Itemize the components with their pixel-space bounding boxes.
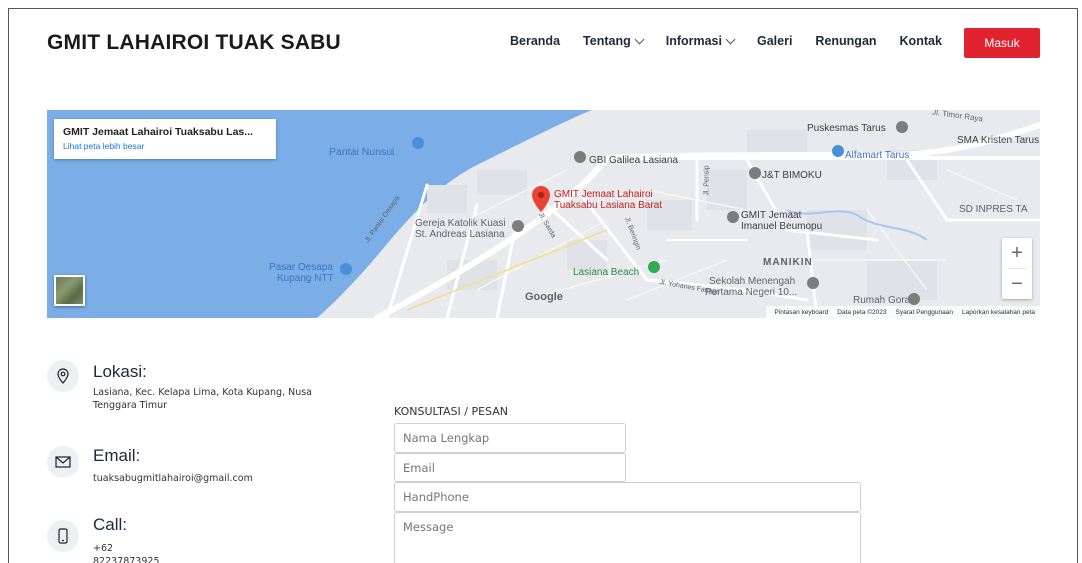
- nav-kontak[interactable]: Kontak: [900, 34, 942, 48]
- google-logo: Google: [525, 291, 563, 303]
- poi-icon: [412, 137, 424, 149]
- map-label: Gereja Katolik Kuasi: [415, 218, 506, 229]
- zoom-out-button[interactable]: −: [1002, 269, 1032, 299]
- map-label: Puskesmas Tarus: [807, 123, 886, 134]
- nav-label: Renungan: [815, 34, 877, 48]
- zoom-in-button[interactable]: +: [1002, 238, 1032, 268]
- chevron-down-icon: [634, 34, 645, 44]
- place-icon: [749, 167, 761, 179]
- chevron-down-icon: [725, 34, 736, 44]
- map-label: GMIT Jemaat: [741, 210, 802, 221]
- map-label: SD INPRES TA: [959, 204, 1028, 215]
- email-heading: Email:: [93, 446, 141, 465]
- nav-informasi[interactable]: Informasi: [665, 34, 736, 48]
- park-icon: [648, 261, 660, 273]
- form-label: KONSULTASI / PESAN: [394, 405, 508, 418]
- nav-label: Beranda: [510, 34, 561, 48]
- map-label: Tuaksabu Lasiana Barat: [554, 200, 663, 211]
- name-input[interactable]: Nama Lengkap: [394, 423, 626, 453]
- terms-link[interactable]: Syarat Penggunaan: [896, 309, 953, 316]
- larger-map-link[interactable]: Lihat peta lebih besar: [63, 141, 267, 151]
- map-label: Lasiana Beach: [573, 267, 640, 278]
- map-data-text: Data peta ©2023: [837, 308, 887, 316]
- map-label: Pasar Oesapa: [269, 262, 333, 273]
- site-title[interactable]: GMIT LAHAIROI TUAK SABU: [47, 31, 341, 55]
- nav-renungan[interactable]: Renungan: [815, 34, 876, 48]
- map-label: Alfamart Tarus: [845, 150, 910, 161]
- location-value: Lasiana, Kec. Kelapa Lima, Kota Kupang, …: [93, 387, 313, 411]
- login-button[interactable]: Masuk: [964, 28, 1040, 58]
- call-value[interactable]: +62 82237873925: [93, 542, 160, 563]
- school-icon: [807, 277, 819, 289]
- map-label: Kupang NTT: [277, 273, 334, 284]
- shop-icon: [340, 263, 352, 275]
- road-label: Jl. Pensip: [703, 165, 711, 196]
- map-label: GMIT Jemaat Lahairoi: [554, 189, 653, 200]
- map-label: Pertama Negeri 10...: [705, 287, 798, 298]
- map-label: MANIKIN: [763, 257, 813, 268]
- map-label: SMA Kristen Tarus: [957, 135, 1040, 146]
- location-heading: Lokasi:: [93, 362, 147, 381]
- location-icon: [47, 360, 79, 392]
- nav-galeri[interactable]: Galeri: [757, 34, 792, 48]
- place-icon: [908, 293, 920, 305]
- map-footer: Pintasan keyboard Data peta ©2023 Syarat…: [766, 306, 1040, 318]
- zoom-control: + −: [1002, 238, 1032, 299]
- email-input[interactable]: Email: [394, 453, 626, 482]
- message-textarea[interactable]: Message: [394, 512, 861, 563]
- church-icon: [574, 151, 586, 163]
- report-error-link[interactable]: Laporkan kesalahan peta: [962, 309, 1035, 316]
- nav-tentang[interactable]: Tentang: [583, 34, 645, 48]
- map-label: GBI Galilea Lasiana: [589, 155, 678, 166]
- map-label: Pantai Nunsui: [329, 146, 395, 158]
- church-icon: [512, 220, 524, 232]
- nav-label: Galeri: [756, 34, 793, 48]
- satellite-toggle[interactable]: [54, 275, 85, 306]
- shop-icon: [832, 145, 844, 157]
- map-label: Imanuel Beumopu: [741, 221, 823, 232]
- keyboard-shortcuts-link[interactable]: Pintasan keyboard: [774, 309, 828, 316]
- map-label: J&T BIMOKU: [762, 170, 822, 181]
- map-label: St. Andreas Lasiana: [415, 229, 505, 240]
- phone-input[interactable]: HandPhone: [394, 482, 861, 512]
- mail-icon: [47, 446, 79, 478]
- church-icon: [727, 211, 739, 223]
- email-value[interactable]: tuaksabugmitlahairoi@gmail.com: [93, 472, 253, 485]
- nav-label: Tentang: [583, 34, 631, 48]
- nav-label: Kontak: [899, 34, 942, 48]
- main-nav: Beranda Tentang Informasi Galeri Renunga…: [510, 34, 965, 48]
- map-pin-icon[interactable]: [532, 186, 550, 212]
- nav-label: Informasi: [665, 34, 722, 48]
- map-label: Sekolah Menengah: [709, 276, 796, 287]
- map-card-title: GMIT Jemaat Lahairoi Tuaksabu Las...: [63, 126, 254, 138]
- hospital-icon: [896, 121, 908, 133]
- phone-icon: [47, 520, 79, 552]
- embedded-map[interactable]: Pantai Nunsui GBI Galilea Lasiana Puskes…: [47, 110, 1040, 318]
- call-heading: Call:: [93, 515, 128, 534]
- map-info-card: GMIT Jemaat Lahairoi Tuaksabu Las... Lih…: [54, 119, 276, 159]
- nav-beranda[interactable]: Beranda: [510, 34, 560, 48]
